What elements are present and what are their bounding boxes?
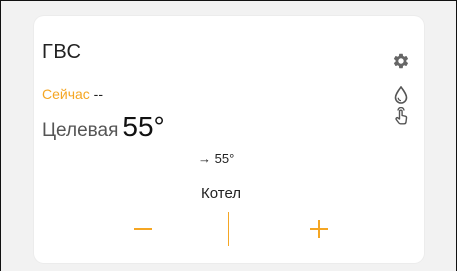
screen-frame: ГВС Сейчас -- Целевая 55° → 55° Котел xyxy=(0,0,457,271)
controls-divider xyxy=(228,212,229,246)
target-row: Целевая 55° xyxy=(42,111,165,143)
increase-button[interactable] xyxy=(306,214,332,244)
minus-icon xyxy=(134,228,152,230)
touch-hand-icon xyxy=(395,107,408,125)
target-label: Целевая xyxy=(42,120,119,141)
settings-button[interactable] xyxy=(392,52,410,70)
current-label: Сейчас xyxy=(42,86,90,102)
current-value: -- xyxy=(89,86,104,102)
manual-mode-status xyxy=(392,107,410,125)
current-value-row: Сейчас -- xyxy=(42,86,103,102)
decrease-button[interactable] xyxy=(130,214,156,244)
boiler-card: ГВС Сейчас -- Целевая 55° → 55° Котел xyxy=(34,16,424,263)
setpoint-indicator: → 55° xyxy=(198,151,235,166)
target-value: 55° xyxy=(122,111,165,142)
plus-icon xyxy=(310,220,328,238)
card-title: ГВС xyxy=(42,41,82,63)
gear-icon xyxy=(393,53,409,69)
water-drop-icon xyxy=(394,86,408,104)
water-status xyxy=(392,86,410,104)
heat-source-label: Котел xyxy=(201,185,242,202)
